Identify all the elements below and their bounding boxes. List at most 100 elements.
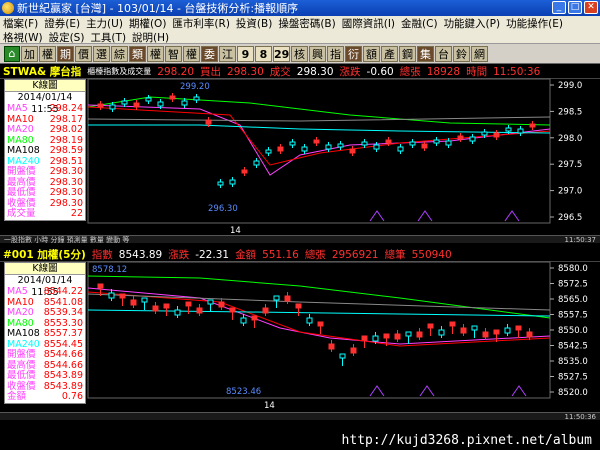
info1-value-6: 298.30 [49, 166, 83, 177]
toolbar-button-7[interactable]: 權 [147, 45, 164, 62]
menu-item-9[interactable]: 功能鍵入(P) [441, 16, 504, 31]
info2-row-6: 開盤價 8544.66 [5, 349, 85, 361]
toolbar-button-14[interactable]: 29 [273, 45, 290, 62]
high-label: 299.20 [180, 82, 210, 92]
toolbar-button-22[interactable]: 集 [417, 45, 434, 62]
home-icon[interactable]: ⌂ [4, 45, 20, 62]
toolbar-button-16[interactable]: 興 [309, 45, 326, 62]
candle-body [289, 141, 296, 146]
toolbar-button-8[interactable]: 智 [165, 45, 182, 62]
toolbar-button-5[interactable]: 綜 [111, 45, 128, 62]
candle-body [157, 101, 164, 107]
menu-item-2[interactable]: 主力(U) [83, 16, 126, 31]
info1-label-8: 最低價 [7, 187, 36, 198]
candle-body [325, 144, 332, 150]
toolbar-button-23[interactable]: 台 [435, 45, 452, 62]
menu-item-0[interactable]: 檔案(F) [0, 16, 41, 31]
candle-body [504, 327, 511, 334]
toolbar-button-21[interactable]: 鋼 [399, 45, 416, 62]
toolbar-button-24[interactable]: 鈴 [453, 45, 470, 62]
chart-panel-taiex-futures: STWA& 摩台指 櫃檯指數及成交量 298.20 買出 298.30 成交 2… [0, 65, 600, 244]
status-text: 一股指數 小時 分鐘 預測量 數量 變動 等 [4, 235, 130, 244]
volume-marker [511, 385, 527, 397]
k-line-info-box-2: K線圖 2014/01/14 11:55 MA5 8544.22 MA10 8541.… [4, 262, 86, 404]
candle-body [97, 283, 104, 289]
info1-row-2: MA20 298.02 [5, 124, 85, 136]
candle-body [529, 123, 536, 128]
candle-body [133, 102, 140, 108]
candle-body [421, 143, 428, 149]
toolbar-button-2[interactable]: 期 [57, 45, 74, 62]
k-line-info-box: K線圖 2014/01/14 11:55 MA5 298.24 MA10 298.17… [4, 79, 86, 221]
toolbar-button-12[interactable]: 9 [237, 45, 254, 62]
toolbar-button-25[interactable]: 網 [471, 45, 488, 62]
info2-row-0: MA5 8544.22 [5, 286, 85, 298]
menu-item-row2-1[interactable]: 設定(S) [46, 30, 88, 45]
plot-frame [87, 261, 551, 399]
candle-body [493, 132, 500, 138]
candle-body [205, 119, 212, 125]
candle-body [313, 139, 320, 144]
maximize-button[interactable]: □ [568, 1, 582, 14]
candle-body [277, 146, 284, 152]
menu-item-5[interactable]: 投資(B) [233, 16, 275, 31]
candle-body [207, 299, 214, 305]
candle-body [515, 325, 522, 331]
status-time-2: 11:50:36 [564, 412, 596, 421]
menu-item-row2-0[interactable]: 格視(W) [0, 30, 46, 45]
toolbar-button-11[interactable]: 江 [219, 45, 236, 62]
toolbar-button-19[interactable]: 額 [363, 45, 380, 62]
candle-body [394, 333, 401, 340]
toolbar-button-0[interactable]: 加 [21, 45, 38, 62]
toolbar-button-20[interactable]: 產 [381, 45, 398, 62]
menu-item-6[interactable]: 操盤密碼(B) [275, 16, 338, 31]
menu-bar: 檔案(F) 證券(E) 主力(U) 期權(O) 匯市利率(R) 投資(B) 操盤密碼(B) 國… [0, 16, 600, 44]
candle-body [409, 141, 416, 146]
info1-value-0: 298.24 [49, 103, 83, 114]
menu-item-3[interactable]: 期權(O) [126, 16, 169, 31]
toolbar-button-10[interactable]: 委 [201, 45, 218, 62]
candle-body [241, 169, 248, 174]
toolbar-button-9[interactable]: 權 [183, 45, 200, 62]
status-strip: 一股指數 小時 分鐘 預測量 數量 變動 等 11:50:37 [0, 235, 600, 244]
menu-item-1[interactable]: 證券(E) [41, 16, 83, 31]
toolbar-button-17[interactable]: 指 [327, 45, 344, 62]
menu-item-10[interactable]: 功能操作(E) [503, 16, 566, 31]
toolbar-button-15[interactable]: 核 [291, 45, 308, 62]
info1-row-6: 開盤價 298.30 [5, 166, 85, 178]
toolbar-button-13[interactable]: 8 [255, 45, 272, 62]
y-tick-label: 298.0 [558, 134, 582, 144]
info-title: K線圖 [5, 80, 85, 92]
minimize-button[interactable]: _ [552, 1, 566, 14]
menu-item-8[interactable]: 金融(C) [398, 16, 441, 31]
candlestick-chart-1[interactable]: 299.0 298.5 298.0 297.5 297.0 296.5 299.20 296.… [0, 65, 600, 243]
toolbar-button-6[interactable]: 類 [129, 45, 146, 62]
candle-body [119, 293, 126, 299]
toolbar-button-4[interactable]: 選 [93, 45, 110, 62]
candle-body [317, 321, 324, 327]
ma240-line [88, 124, 551, 134]
candle-body [145, 97, 152, 102]
ma108-line [87, 116, 551, 122]
y-tick-label: 8557.5 [558, 311, 588, 321]
menu-item-4[interactable]: 匯市利率(R) [169, 16, 233, 31]
candle-body [517, 128, 524, 134]
toolbar-button-3[interactable]: 價 [75, 45, 92, 62]
status-strip-2: 11:50:36 [0, 412, 600, 421]
toolbar-button-1[interactable]: 權 [39, 45, 56, 62]
menu-item-row2-3[interactable]: 說明(H) [129, 30, 172, 45]
high-label: 8578.12 [92, 265, 127, 275]
info2-value-10: 0.76 [61, 391, 83, 402]
candle-body [265, 149, 272, 154]
candle-body [295, 303, 302, 309]
close-button[interactable]: ✕ [584, 1, 598, 14]
candlestick-chart-2[interactable]: 8580.0 8572.5 8565.0 8557.5 8550.0 8542.5 8535… [0, 248, 600, 428]
menu-item-7[interactable]: 國際資訊(I) [339, 16, 398, 31]
candle-body [218, 301, 225, 308]
info2-row-2: MA20 8539.34 [5, 307, 85, 319]
title-bar: 新世紀贏家 [台灣] - 103/01/14 - 台盤技術分析:播報順序 _ □… [0, 0, 600, 16]
menu-row-2: 格視(W) 設定(S) 工具(T) 說明(H) [0, 30, 600, 44]
y-tick-label: 8550.0 [558, 326, 588, 336]
menu-item-row2-2[interactable]: 工具(T) [87, 30, 129, 45]
toolbar-button-18[interactable]: 衍 [345, 45, 362, 62]
